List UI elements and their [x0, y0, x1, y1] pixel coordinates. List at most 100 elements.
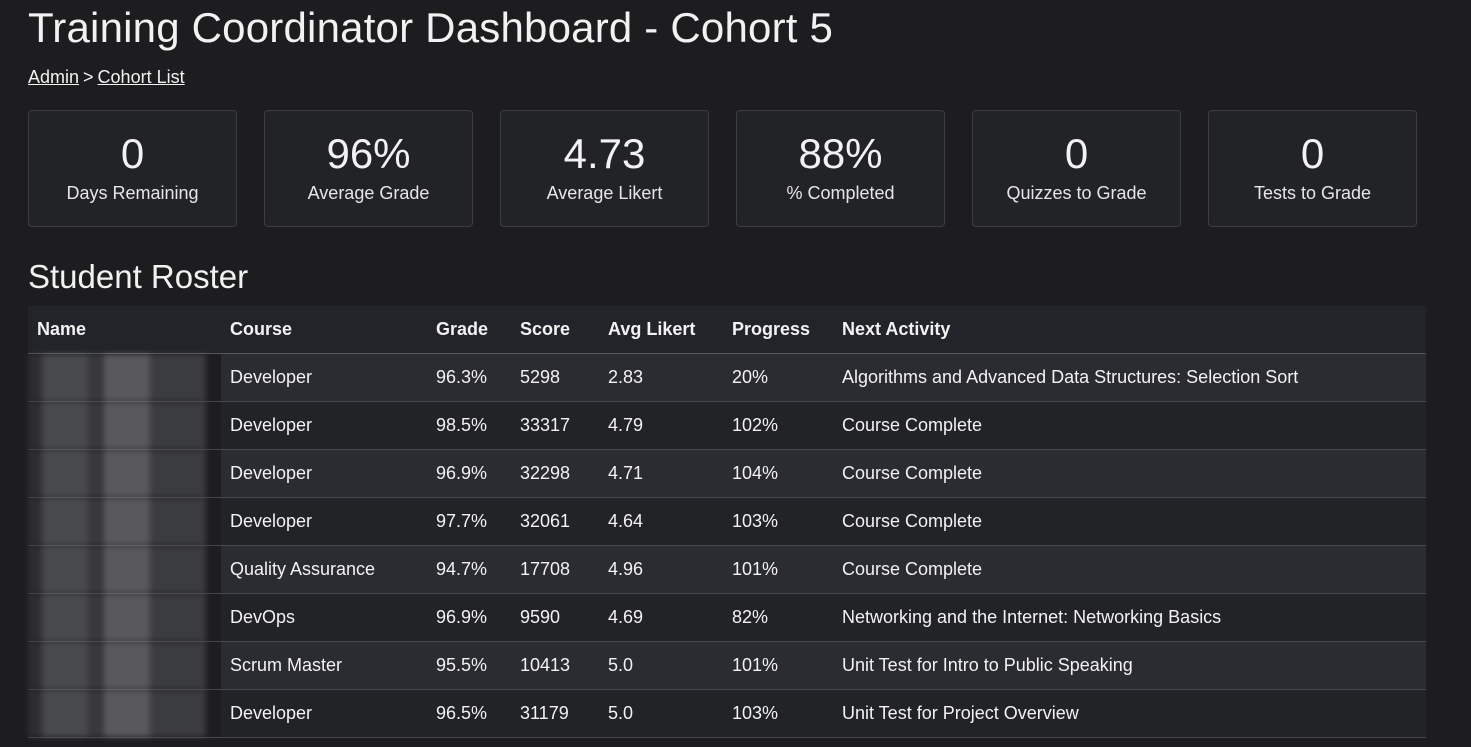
stat-card-days-remaining: 0 Days Remaining [28, 110, 237, 227]
likert-cell: 4.64 [599, 497, 723, 546]
score-cell: 32061 [511, 497, 599, 546]
breadcrumb: Admin > Cohort List [28, 67, 185, 88]
page-title: Training Coordinator Dashboard - Cohort … [28, 4, 834, 51]
student-name-redacted[interactable] [28, 545, 221, 594]
grade-cell: 96.5% [427, 689, 511, 738]
progress-cell: 103% [723, 689, 833, 738]
student-name-redacted[interactable] [28, 689, 221, 738]
breadcrumb-separator: > [83, 67, 94, 87]
student-name-redacted[interactable] [28, 401, 221, 450]
stat-label: Average Likert [546, 183, 663, 203]
table-row[interactable]: DevOps 96.9% 9590 4.69 82% Networking an… [28, 593, 1426, 642]
likert-cell: 5.0 [599, 689, 723, 738]
student-name-redacted[interactable] [28, 353, 221, 402]
student-name-redacted[interactable] [28, 449, 221, 498]
student-name-redacted[interactable] [28, 593, 221, 642]
next-activity-cell: Unit Test for Project Overview [833, 689, 1426, 738]
table-row[interactable]: Developer 96.5% 31179 5.0 103% Unit Test… [28, 689, 1426, 738]
stat-value: 0 [120, 130, 145, 177]
likert-cell: 5.0 [599, 641, 723, 690]
score-cell: 9590 [511, 593, 599, 642]
course-cell: Developer [221, 401, 427, 450]
progress-cell: 101% [723, 545, 833, 594]
column-header-course[interactable]: Course [221, 306, 427, 354]
course-cell: Developer [221, 497, 427, 546]
redaction-blur [28, 546, 206, 593]
likert-cell: 4.96 [599, 545, 723, 594]
course-cell: Developer [221, 449, 427, 498]
next-activity-cell: Course Complete [833, 545, 1426, 594]
roster-heading: Student Roster [28, 258, 249, 295]
score-cell: 33317 [511, 401, 599, 450]
redaction-blur [28, 450, 206, 497]
table-header-row: Name Course Grade Score Avg Likert Progr… [28, 306, 1426, 354]
stat-card-average-grade: 96% Average Grade [264, 110, 473, 227]
breadcrumb-cohort-list-link[interactable]: Cohort List [98, 67, 185, 87]
table-row[interactable]: Developer 98.5% 33317 4.79 102% Course C… [28, 401, 1426, 450]
grade-cell: 96.9% [427, 449, 511, 498]
stat-value: 4.73 [563, 130, 646, 177]
table-row[interactable]: Developer 96.9% 32298 4.71 104% Course C… [28, 449, 1426, 498]
redaction-blur [28, 642, 206, 689]
dashboard-page: Training Coordinator Dashboard - Cohort … [0, 0, 1471, 747]
redaction-blur [28, 594, 206, 641]
likert-cell: 2.83 [599, 353, 723, 402]
likert-cell: 4.69 [599, 593, 723, 642]
next-activity-cell: Networking and the Internet: Networking … [833, 593, 1426, 642]
progress-cell: 82% [723, 593, 833, 642]
table-row[interactable]: Developer 97.7% 32061 4.64 103% Course C… [28, 497, 1426, 546]
stat-label: Quizzes to Grade [1006, 183, 1147, 203]
grade-cell: 97.7% [427, 497, 511, 546]
redaction-blur [28, 402, 206, 449]
next-activity-cell: Unit Test for Intro to Public Speaking [833, 641, 1426, 690]
column-header-name[interactable]: Name [28, 306, 221, 354]
table-row[interactable]: Quality Assurance 94.7% 17708 4.96 101% … [28, 545, 1426, 594]
redaction-blur [28, 690, 206, 737]
likert-cell: 4.71 [599, 449, 723, 498]
course-cell: Scrum Master [221, 641, 427, 690]
stat-value: 88% [798, 130, 883, 177]
table-row[interactable]: Developer 96.3% 5298 2.83 20% Algorithms… [28, 353, 1426, 402]
progress-cell: 20% [723, 353, 833, 402]
breadcrumb-admin-link[interactable]: Admin [28, 67, 79, 87]
student-name-redacted[interactable] [28, 641, 221, 690]
next-activity-cell: Algorithms and Advanced Data Structures:… [833, 353, 1426, 402]
grade-cell: 96.3% [427, 353, 511, 402]
course-cell: Developer [221, 689, 427, 738]
grade-cell: 98.5% [427, 401, 511, 450]
column-header-grade[interactable]: Grade [427, 306, 511, 354]
course-cell: Developer [221, 353, 427, 402]
column-header-avg-likert[interactable]: Avg Likert [599, 306, 723, 354]
column-header-next-activity[interactable]: Next Activity [833, 306, 1426, 354]
course-cell: Quality Assurance [221, 545, 427, 594]
score-cell: 32298 [511, 449, 599, 498]
grade-cell: 96.9% [427, 593, 511, 642]
column-header-score[interactable]: Score [511, 306, 599, 354]
redaction-blur [28, 354, 206, 401]
student-name-redacted[interactable] [28, 497, 221, 546]
likert-cell: 4.79 [599, 401, 723, 450]
course-cell: DevOps [221, 593, 427, 642]
progress-cell: 102% [723, 401, 833, 450]
next-activity-cell: Course Complete [833, 497, 1426, 546]
grade-cell: 94.7% [427, 545, 511, 594]
student-roster-table: Name Course Grade Score Avg Likert Progr… [28, 306, 1426, 738]
stat-card-tests-to-grade: 0 Tests to Grade [1208, 110, 1417, 227]
progress-cell: 103% [723, 497, 833, 546]
score-cell: 10413 [511, 641, 599, 690]
stat-value: 0 [1300, 130, 1325, 177]
next-activity-cell: Course Complete [833, 449, 1426, 498]
column-header-progress[interactable]: Progress [723, 306, 833, 354]
stat-label: Tests to Grade [1253, 183, 1372, 203]
stat-card-quizzes-to-grade: 0 Quizzes to Grade [972, 110, 1181, 227]
stat-card-average-likert: 4.73 Average Likert [500, 110, 709, 227]
stat-value: 0 [1064, 130, 1089, 177]
grade-cell: 95.5% [427, 641, 511, 690]
stat-value: 96% [326, 130, 411, 177]
progress-cell: 104% [723, 449, 833, 498]
score-cell: 31179 [511, 689, 599, 738]
progress-cell: 101% [723, 641, 833, 690]
stat-label: Average Grade [307, 183, 430, 203]
table-row[interactable]: Scrum Master 95.5% 10413 5.0 101% Unit T… [28, 641, 1426, 690]
stat-card-percent-completed: 88% % Completed [736, 110, 945, 227]
